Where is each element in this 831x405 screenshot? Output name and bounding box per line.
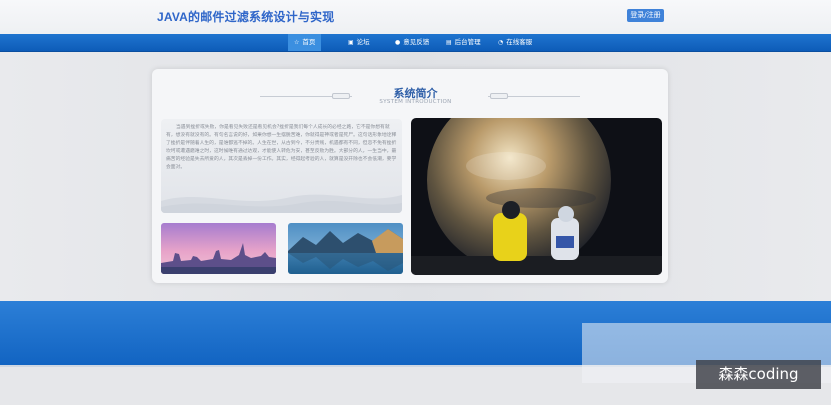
section-subtitle: SYSTEM INTRODUCTION (379, 99, 452, 105)
nav-item-service[interactable]: ◔ 在线客服 (492, 34, 538, 51)
nav-item-label: 在线客服 (506, 38, 533, 46)
service-icon: ◔ (498, 38, 504, 46)
intro-text-box: 当遇到挫折或失败，你是看见失败还是看见机会?挫折是我们每个人成长的必经之路，它不… (161, 119, 402, 213)
forum-icon: ▣ (348, 38, 354, 46)
home-icon: ☆ (294, 38, 300, 46)
nav-item-admin[interactable]: ▤ 后台管理 (440, 34, 487, 51)
lake-mountain-image (288, 223, 403, 274)
anime-planet-image (411, 118, 662, 275)
nav-item-label: 首页 (302, 38, 316, 46)
wave-decoration (161, 194, 402, 213)
nav-item-forum[interactable]: ▣ 论坛 (342, 34, 376, 51)
nav-item-feedback[interactable]: ● 意见反馈 (389, 34, 435, 51)
site-title: JAVA的邮件过滤系统设计与实现 (157, 10, 335, 24)
main-nav: ☆ 首页 ▣ 论坛 ● 意见反馈 ▤ 后台管理 ◔ 在线客服 (0, 34, 831, 52)
watermark: 森森coding (696, 360, 821, 389)
login-register-button[interactable]: 登录/注册 (627, 9, 664, 22)
city-skyline-image (161, 223, 276, 274)
nav-item-label: 后台管理 (454, 38, 481, 46)
header: JAVA的邮件过滤系统设计与实现 登录/注册 (0, 0, 831, 34)
intro-paragraph: 当遇到挫折或失败，你是看见失败还是看见机会?挫折是我们每个人成长的必经之路，它不… (166, 125, 397, 170)
nav-item-label: 论坛 (356, 38, 370, 46)
feedback-icon: ● (395, 38, 401, 46)
nav-item-home[interactable]: ☆ 首页 (288, 34, 322, 51)
admin-icon: ▤ (446, 38, 452, 46)
nav-item-label: 意见反馈 (403, 38, 430, 46)
